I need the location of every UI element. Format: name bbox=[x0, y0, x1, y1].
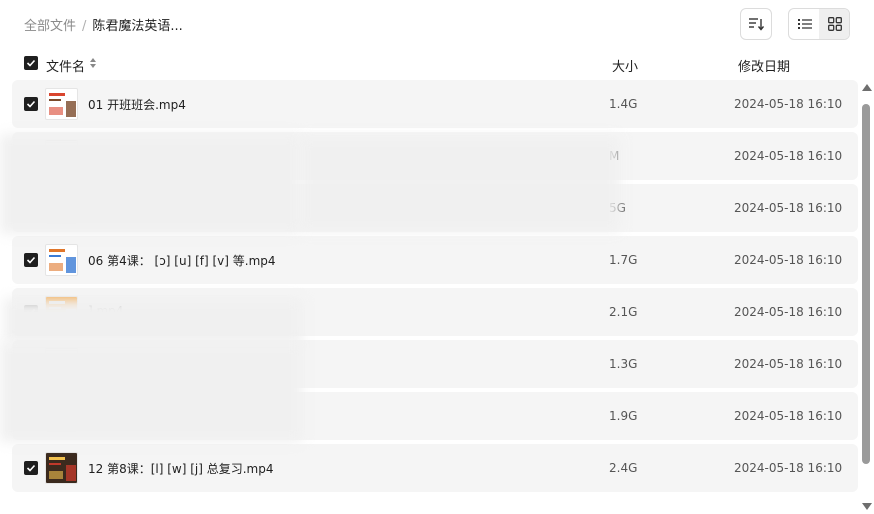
file-row[interactable]: 12 第8课：[l] [w] [j] 总复习.mp4 2.4G 2024-05-18… bbox=[12, 444, 858, 492]
grid-view-button[interactable] bbox=[819, 9, 849, 39]
check-icon bbox=[26, 464, 36, 472]
row-checkbox[interactable] bbox=[24, 97, 38, 111]
blur-overlay bbox=[300, 136, 620, 232]
scrollbar[interactable] bbox=[862, 84, 872, 510]
breadcrumb-separator: / bbox=[82, 19, 87, 34]
breadcrumb: 全部文件 / 陈君魔法英语... bbox=[24, 15, 183, 34]
column-size-header[interactable]: 大小 bbox=[612, 56, 638, 75]
row-checkbox[interactable] bbox=[24, 253, 38, 267]
video-thumbnail bbox=[45, 244, 78, 276]
file-name[interactable]: 12 第8课：[l] [w] [j] 总复习.mp4 bbox=[88, 460, 274, 477]
file-modified-date: 2024-05-18 16:10 bbox=[734, 253, 843, 267]
list-view-icon bbox=[797, 19, 812, 29]
blur-overlay bbox=[0, 342, 302, 442]
scroll-down-arrow[interactable] bbox=[862, 503, 872, 510]
blur-overlay bbox=[4, 298, 302, 342]
file-row[interactable]: 06 第4课： [ɔ] [u] [f] [v] 等.mp4 1.7G 2024-05… bbox=[12, 236, 858, 284]
file-modified-date: 2024-05-18 16:10 bbox=[734, 305, 843, 319]
breadcrumb-current: 陈君魔法英语... bbox=[92, 19, 183, 34]
row-checkbox[interactable] bbox=[24, 461, 38, 475]
file-size: 1.3G bbox=[609, 357, 638, 371]
file-modified-date: 2024-05-18 16:10 bbox=[734, 201, 843, 215]
file-modified-date: 2024-05-18 16:10 bbox=[734, 357, 843, 371]
file-modified-date: 2024-05-18 16:10 bbox=[734, 149, 843, 163]
top-bar: 全部文件 / 陈君魔法英语... bbox=[0, 0, 874, 48]
file-name[interactable]: 01 开班班会.mp4 bbox=[88, 96, 186, 113]
column-header: 文件名 大小 修改日期 bbox=[0, 48, 874, 78]
file-modified-date: 2024-05-18 16:10 bbox=[734, 461, 843, 475]
check-icon bbox=[26, 256, 36, 264]
video-thumbnail bbox=[45, 88, 78, 120]
file-name[interactable]: 06 第4课： [ɔ] [u] [f] [v] 等.mp4 bbox=[88, 252, 276, 269]
file-size: 1.7G bbox=[609, 253, 638, 267]
column-date-header[interactable]: 修改日期 bbox=[738, 56, 790, 75]
sort-toggle-icon[interactable] bbox=[89, 57, 97, 69]
grid-view-icon bbox=[827, 17, 842, 31]
sort-button[interactable] bbox=[740, 8, 772, 40]
check-icon bbox=[26, 59, 36, 67]
scroll-up-arrow[interactable] bbox=[862, 84, 872, 91]
file-size: 1.9G bbox=[609, 409, 638, 423]
video-thumbnail bbox=[45, 452, 78, 484]
file-modified-date: 2024-05-18 16:10 bbox=[734, 97, 843, 111]
column-name-header[interactable]: 文件名 bbox=[46, 56, 85, 75]
check-icon bbox=[26, 100, 36, 108]
select-all-checkbox[interactable] bbox=[24, 56, 38, 70]
file-size: 2.1G bbox=[609, 305, 638, 319]
scroll-thumb[interactable] bbox=[862, 104, 870, 464]
file-size: 1.4G bbox=[609, 97, 638, 111]
view-mode-toggle bbox=[788, 8, 850, 40]
breadcrumb-root-link[interactable]: 全部文件 bbox=[24, 19, 76, 34]
list-view-button[interactable] bbox=[789, 9, 820, 39]
sort-icon bbox=[749, 18, 764, 31]
file-size: 2.4G bbox=[609, 461, 638, 475]
file-modified-date: 2024-05-18 16:10 bbox=[734, 409, 843, 423]
file-row[interactable]: 01 开班班会.mp4 1.4G 2024-05-18 16:10 bbox=[12, 80, 858, 128]
blur-overlay bbox=[0, 134, 300, 234]
